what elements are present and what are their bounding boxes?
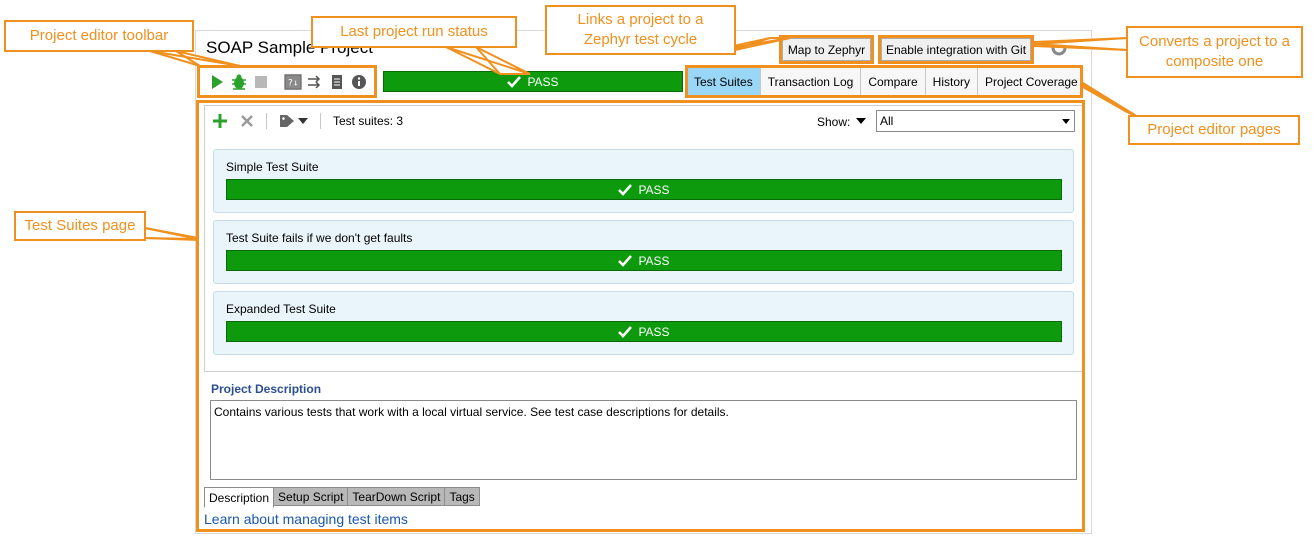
run-status-label: PASS <box>527 74 559 89</box>
test-suites-count: Test suites: 3 <box>333 114 404 128</box>
test-suite-status-label: PASS <box>638 182 670 197</box>
stop-icon[interactable] <box>252 73 270 91</box>
callout-composite-text: Converts a project to a <box>1139 33 1290 50</box>
test-suite-card[interactable]: Test Suite fails if we don't get faults … <box>213 220 1074 284</box>
project-run-status: PASS <box>383 71 683 92</box>
tab-compare[interactable]: Compare <box>861 67 926 96</box>
toolbar-separator <box>266 113 267 129</box>
project-description-field[interactable]: Contains various tests that work with a … <box>210 400 1077 480</box>
test-suite-name: Expanded Test Suite <box>226 302 336 316</box>
callout-zephyr: Links a project to a Zephyr test cycle <box>545 5 736 55</box>
tab-project-coverage[interactable]: Project Coverage <box>978 67 1085 96</box>
callout-zephyr-text: Links a project to a <box>577 11 704 28</box>
callout-zephyr-text: Zephyr test cycle <box>583 31 698 48</box>
log-icon[interactable] <box>328 73 346 91</box>
learn-more-link[interactable]: Learn about managing test items <box>204 511 408 527</box>
project-description-text: Contains various tests that work with a … <box>214 405 729 419</box>
check-icon <box>618 254 633 267</box>
callout-toolbar: Project editor toolbar <box>4 20 194 52</box>
callout-toolbar-text: Project editor toolbar <box>29 27 169 44</box>
tab-transaction-log[interactable]: Transaction Log <box>760 67 862 96</box>
project-description-title: Project Description <box>211 382 322 396</box>
check-icon <box>618 325 633 338</box>
tab-tags[interactable]: Tags <box>444 487 480 506</box>
show-filter-value: All <box>880 114 894 128</box>
project-editor-toolbar: ?↓ <box>198 66 376 97</box>
info-icon[interactable] <box>350 73 368 91</box>
debug-icon[interactable] <box>230 73 248 91</box>
check-icon <box>507 75 522 88</box>
run-icon[interactable] <box>208 73 226 91</box>
callout-composite-text: composite one <box>1165 53 1264 70</box>
tab-setup-script[interactable]: Setup Script <box>273 487 349 506</box>
test-suite-name: Simple Test Suite <box>226 160 319 174</box>
enable-git-button[interactable]: Enable integration with Git <box>881 38 1031 61</box>
test-suite-status: PASS <box>226 321 1062 342</box>
delete-icon[interactable] <box>240 114 254 128</box>
callout-suites-page: Test Suites page <box>14 211 146 241</box>
map-to-zephyr-button[interactable]: Map to Zephyr <box>782 38 871 61</box>
add-icon[interactable] <box>212 113 228 129</box>
tab-history[interactable]: History <box>925 67 979 96</box>
test-suite-card[interactable]: Simple Test Suite PASS <box>213 149 1074 213</box>
script-assertion-icon[interactable]: ?↓ <box>284 73 302 91</box>
tab-test-suites[interactable]: Test Suites <box>687 67 761 96</box>
chevron-down-icon <box>1062 119 1070 124</box>
callout-pages-text: Project editor pages <box>1147 121 1281 138</box>
git-icon[interactable] <box>1051 40 1067 56</box>
callout-composite: Converts a project to a composite one <box>1126 26 1303 78</box>
toolbar-separator <box>320 113 321 129</box>
tab-teardown-script[interactable]: TearDown Script <box>347 487 446 506</box>
test-suite-status: PASS <box>226 250 1062 271</box>
test-suite-name: Test Suite fails if we don't get faults <box>226 231 413 245</box>
transfer-icon[interactable] <box>306 73 324 91</box>
test-suite-status: PASS <box>226 179 1062 200</box>
test-suite-card[interactable]: Expanded Test Suite PASS <box>213 291 1074 355</box>
show-filter-label: Show: <box>817 115 851 129</box>
callout-suites-page-text: Test Suites page <box>24 217 136 234</box>
description-tabs: Description Setup Script TearDown Script… <box>204 487 480 508</box>
callout-run-status-text: Last project run status <box>340 23 488 40</box>
project-editor-pages: Test Suites Transaction Log Compare Hist… <box>687 67 1085 96</box>
tag-icon[interactable] <box>279 114 308 128</box>
callout-pages: Project editor pages <box>1128 115 1300 145</box>
svg-text:?↓: ?↓ <box>288 78 299 88</box>
callout-run-status: Last project run status <box>311 16 517 48</box>
show-filter-select[interactable]: All <box>876 110 1075 132</box>
test-suite-status-label: PASS <box>638 253 670 268</box>
check-icon <box>618 183 633 196</box>
test-suites-toolbar: Test suites: 3 <box>212 110 403 132</box>
tab-description[interactable]: Description <box>204 487 275 508</box>
test-suite-status-label: PASS <box>638 324 670 339</box>
show-dropdown-arrow-icon[interactable] <box>856 118 866 124</box>
